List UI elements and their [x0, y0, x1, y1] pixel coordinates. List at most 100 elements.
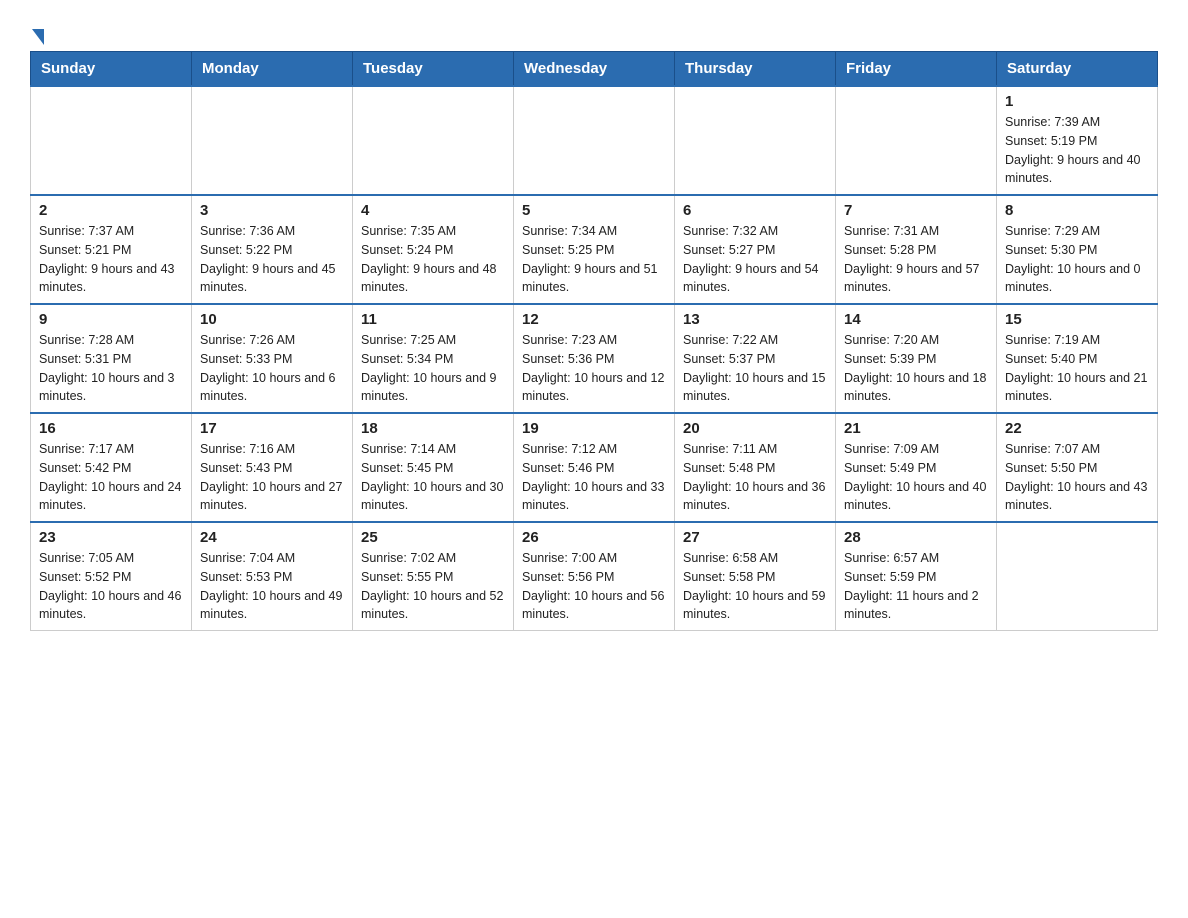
calendar-cell: 10 Sunrise: 7:26 AMSunset: 5:33 PMDayligh… [192, 304, 353, 413]
calendar-cell [31, 86, 192, 195]
calendar-cell: 15 Sunrise: 7:19 AMSunset: 5:40 PMDayligh… [997, 304, 1158, 413]
day-number: 10 [200, 311, 344, 328]
day-number: 2 [39, 202, 183, 219]
week-row-2: 2 Sunrise: 7:37 AMSunset: 5:21 PMDaylight… [31, 195, 1158, 304]
calendar-table: SundayMondayTuesdayWednesdayThursdayFrid… [30, 51, 1158, 631]
calendar-cell: 18 Sunrise: 7:14 AMSunset: 5:45 PMDayligh… [353, 413, 514, 522]
calendar-cell [675, 86, 836, 195]
calendar-cell: 8 Sunrise: 7:29 AMSunset: 5:30 PMDaylight… [997, 195, 1158, 304]
day-info: Sunrise: 7:05 AMSunset: 5:52 PMDaylight:… [39, 549, 183, 624]
week-row-4: 16 Sunrise: 7:17 AMSunset: 5:42 PMDayligh… [31, 413, 1158, 522]
day-info: Sunrise: 7:12 AMSunset: 5:46 PMDaylight:… [522, 440, 666, 515]
logo [30, 20, 44, 41]
day-number: 28 [844, 529, 988, 546]
calendar-cell: 3Sunrise: 7:36 AMSunset: 5:22 PMDaylight… [192, 195, 353, 304]
day-info: Sunrise: 7:37 AMSunset: 5:21 PMDaylight:… [39, 222, 183, 297]
day-number: 7 [844, 202, 988, 219]
calendar-cell: 16 Sunrise: 7:17 AMSunset: 5:42 PMDayligh… [31, 413, 192, 522]
calendar-cell: 26 Sunrise: 7:00 AMSunset: 5:56 PMDayligh… [514, 522, 675, 631]
calendar-cell: 4 Sunrise: 7:35 AMSunset: 5:24 PMDaylight… [353, 195, 514, 304]
day-info: Sunrise: 7:25 AMSunset: 5:34 PMDaylight:… [361, 331, 505, 406]
day-number: 12 [522, 311, 666, 328]
weekday-header-sunday: Sunday [31, 52, 192, 87]
calendar-cell: 27 Sunrise: 6:58 AMSunset: 5:58 PMDayligh… [675, 522, 836, 631]
day-info: Sunrise: 7:04 AMSunset: 5:53 PMDaylight:… [200, 549, 344, 624]
day-number: 20 [683, 420, 827, 437]
day-info: Sunrise: 7:28 AMSunset: 5:31 PMDaylight:… [39, 331, 183, 406]
weekday-header-saturday: Saturday [997, 52, 1158, 87]
logo-arrow-icon [32, 29, 44, 45]
calendar-cell [997, 522, 1158, 631]
calendar-cell: 7 Sunrise: 7:31 AMSunset: 5:28 PMDaylight… [836, 195, 997, 304]
day-number: 11 [361, 311, 505, 328]
day-info: Sunrise: 7:32 AMSunset: 5:27 PMDaylight:… [683, 222, 827, 297]
week-row-1: 1 Sunrise: 7:39 AMSunset: 5:19 PMDaylight… [31, 86, 1158, 195]
calendar-cell: 22 Sunrise: 7:07 AMSunset: 5:50 PMDayligh… [997, 413, 1158, 522]
calendar-cell: 9 Sunrise: 7:28 AMSunset: 5:31 PMDaylight… [31, 304, 192, 413]
calendar-cell: 23 Sunrise: 7:05 AMSunset: 5:52 PMDayligh… [31, 522, 192, 631]
day-info: Sunrise: 7:34 AMSunset: 5:25 PMDaylight:… [522, 222, 666, 297]
day-number: 6 [683, 202, 827, 219]
calendar-cell: 12 Sunrise: 7:23 AMSunset: 5:36 PMDayligh… [514, 304, 675, 413]
calendar-cell: 28 Sunrise: 6:57 AMSunset: 5:59 PMDayligh… [836, 522, 997, 631]
week-row-3: 9 Sunrise: 7:28 AMSunset: 5:31 PMDaylight… [31, 304, 1158, 413]
day-number: 18 [361, 420, 505, 437]
day-number: 17 [200, 420, 344, 437]
calendar-cell: 5Sunrise: 7:34 AMSunset: 5:25 PMDaylight… [514, 195, 675, 304]
day-number: 9 [39, 311, 183, 328]
day-number: 22 [1005, 420, 1149, 437]
day-info: Sunrise: 7:19 AMSunset: 5:40 PMDaylight:… [1005, 331, 1149, 406]
calendar-cell: 17 Sunrise: 7:16 AMSunset: 5:43 PMDayligh… [192, 413, 353, 522]
day-number: 24 [200, 529, 344, 546]
day-info: Sunrise: 7:14 AMSunset: 5:45 PMDaylight:… [361, 440, 505, 515]
day-number: 15 [1005, 311, 1149, 328]
weekday-header-thursday: Thursday [675, 52, 836, 87]
day-info: Sunrise: 7:09 AMSunset: 5:49 PMDaylight:… [844, 440, 988, 515]
calendar-cell [192, 86, 353, 195]
weekday-header-wednesday: Wednesday [514, 52, 675, 87]
day-number: 1 [1005, 93, 1149, 110]
calendar-cell: 11 Sunrise: 7:25 AMSunset: 5:34 PMDayligh… [353, 304, 514, 413]
calendar-cell [514, 86, 675, 195]
day-number: 27 [683, 529, 827, 546]
day-info: Sunrise: 7:20 AMSunset: 5:39 PMDaylight:… [844, 331, 988, 406]
day-number: 21 [844, 420, 988, 437]
day-info: Sunrise: 7:39 AMSunset: 5:19 PMDaylight:… [1005, 113, 1149, 188]
page-header [30, 20, 1158, 41]
day-number: 4 [361, 202, 505, 219]
day-info: Sunrise: 6:58 AMSunset: 5:58 PMDaylight:… [683, 549, 827, 624]
day-number: 26 [522, 529, 666, 546]
calendar-cell: 2 Sunrise: 7:37 AMSunset: 5:21 PMDaylight… [31, 195, 192, 304]
day-info: Sunrise: 7:23 AMSunset: 5:36 PMDaylight:… [522, 331, 666, 406]
calendar-cell: 13 Sunrise: 7:22 AMSunset: 5:37 PMDayligh… [675, 304, 836, 413]
day-info: Sunrise: 7:31 AMSunset: 5:28 PMDaylight:… [844, 222, 988, 297]
day-info: Sunrise: 7:26 AMSunset: 5:33 PMDaylight:… [200, 331, 344, 406]
week-row-5: 23 Sunrise: 7:05 AMSunset: 5:52 PMDayligh… [31, 522, 1158, 631]
weekday-header-row: SundayMondayTuesdayWednesdayThursdayFrid… [31, 52, 1158, 87]
calendar-cell: 1 Sunrise: 7:39 AMSunset: 5:19 PMDaylight… [997, 86, 1158, 195]
calendar-cell: 24 Sunrise: 7:04 AMSunset: 5:53 PMDayligh… [192, 522, 353, 631]
calendar-cell [353, 86, 514, 195]
day-info: Sunrise: 7:35 AMSunset: 5:24 PMDaylight:… [361, 222, 505, 297]
day-info: Sunrise: 7:22 AMSunset: 5:37 PMDaylight:… [683, 331, 827, 406]
calendar-cell: 21 Sunrise: 7:09 AMSunset: 5:49 PMDayligh… [836, 413, 997, 522]
calendar-cell: 20Sunrise: 7:11 AMSunset: 5:48 PMDayligh… [675, 413, 836, 522]
weekday-header-friday: Friday [836, 52, 997, 87]
day-info: Sunrise: 7:16 AMSunset: 5:43 PMDaylight:… [200, 440, 344, 515]
calendar-cell: 14 Sunrise: 7:20 AMSunset: 5:39 PMDayligh… [836, 304, 997, 413]
day-info: Sunrise: 7:29 AMSunset: 5:30 PMDaylight:… [1005, 222, 1149, 297]
day-number: 16 [39, 420, 183, 437]
day-info: Sunrise: 7:17 AMSunset: 5:42 PMDaylight:… [39, 440, 183, 515]
day-info: Sunrise: 7:00 AMSunset: 5:56 PMDaylight:… [522, 549, 666, 624]
day-info: Sunrise: 7:07 AMSunset: 5:50 PMDaylight:… [1005, 440, 1149, 515]
day-number: 23 [39, 529, 183, 546]
day-number: 3 [200, 202, 344, 219]
day-info: Sunrise: 6:57 AMSunset: 5:59 PMDaylight:… [844, 549, 988, 624]
calendar-cell: 19Sunrise: 7:12 AMSunset: 5:46 PMDayligh… [514, 413, 675, 522]
day-number: 8 [1005, 202, 1149, 219]
day-number: 14 [844, 311, 988, 328]
calendar-cell: 25Sunrise: 7:02 AMSunset: 5:55 PMDayligh… [353, 522, 514, 631]
weekday-header-monday: Monday [192, 52, 353, 87]
day-number: 25 [361, 529, 505, 546]
day-number: 13 [683, 311, 827, 328]
